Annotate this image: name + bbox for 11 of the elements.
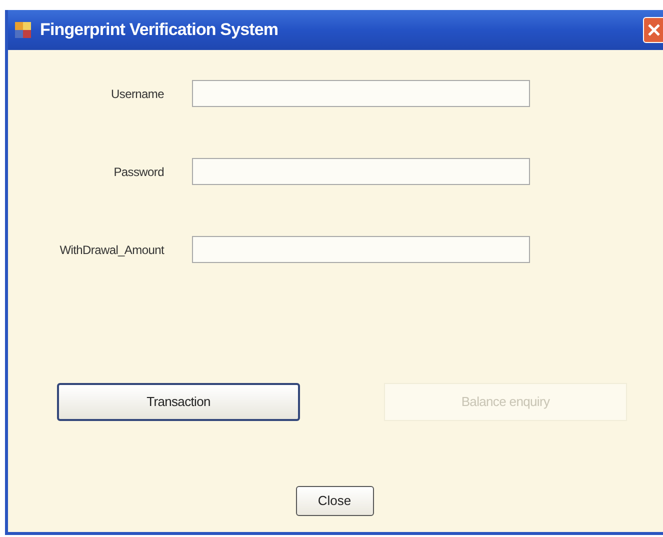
app-icon xyxy=(14,21,32,39)
close-button[interactable]: Close xyxy=(296,486,374,516)
field-label: WithDrawal_Amount xyxy=(58,242,166,258)
input-field[interactable] xyxy=(192,236,530,263)
input-field[interactable] xyxy=(192,80,530,107)
window-title: Fingerprint Verification System xyxy=(40,19,278,42)
field-label: Username xyxy=(110,86,165,102)
field-label: Password xyxy=(112,164,165,180)
action-button[interactable]: Transaction xyxy=(57,383,300,421)
input-field[interactable] xyxy=(192,158,530,185)
close-icon[interactable] xyxy=(643,17,663,43)
